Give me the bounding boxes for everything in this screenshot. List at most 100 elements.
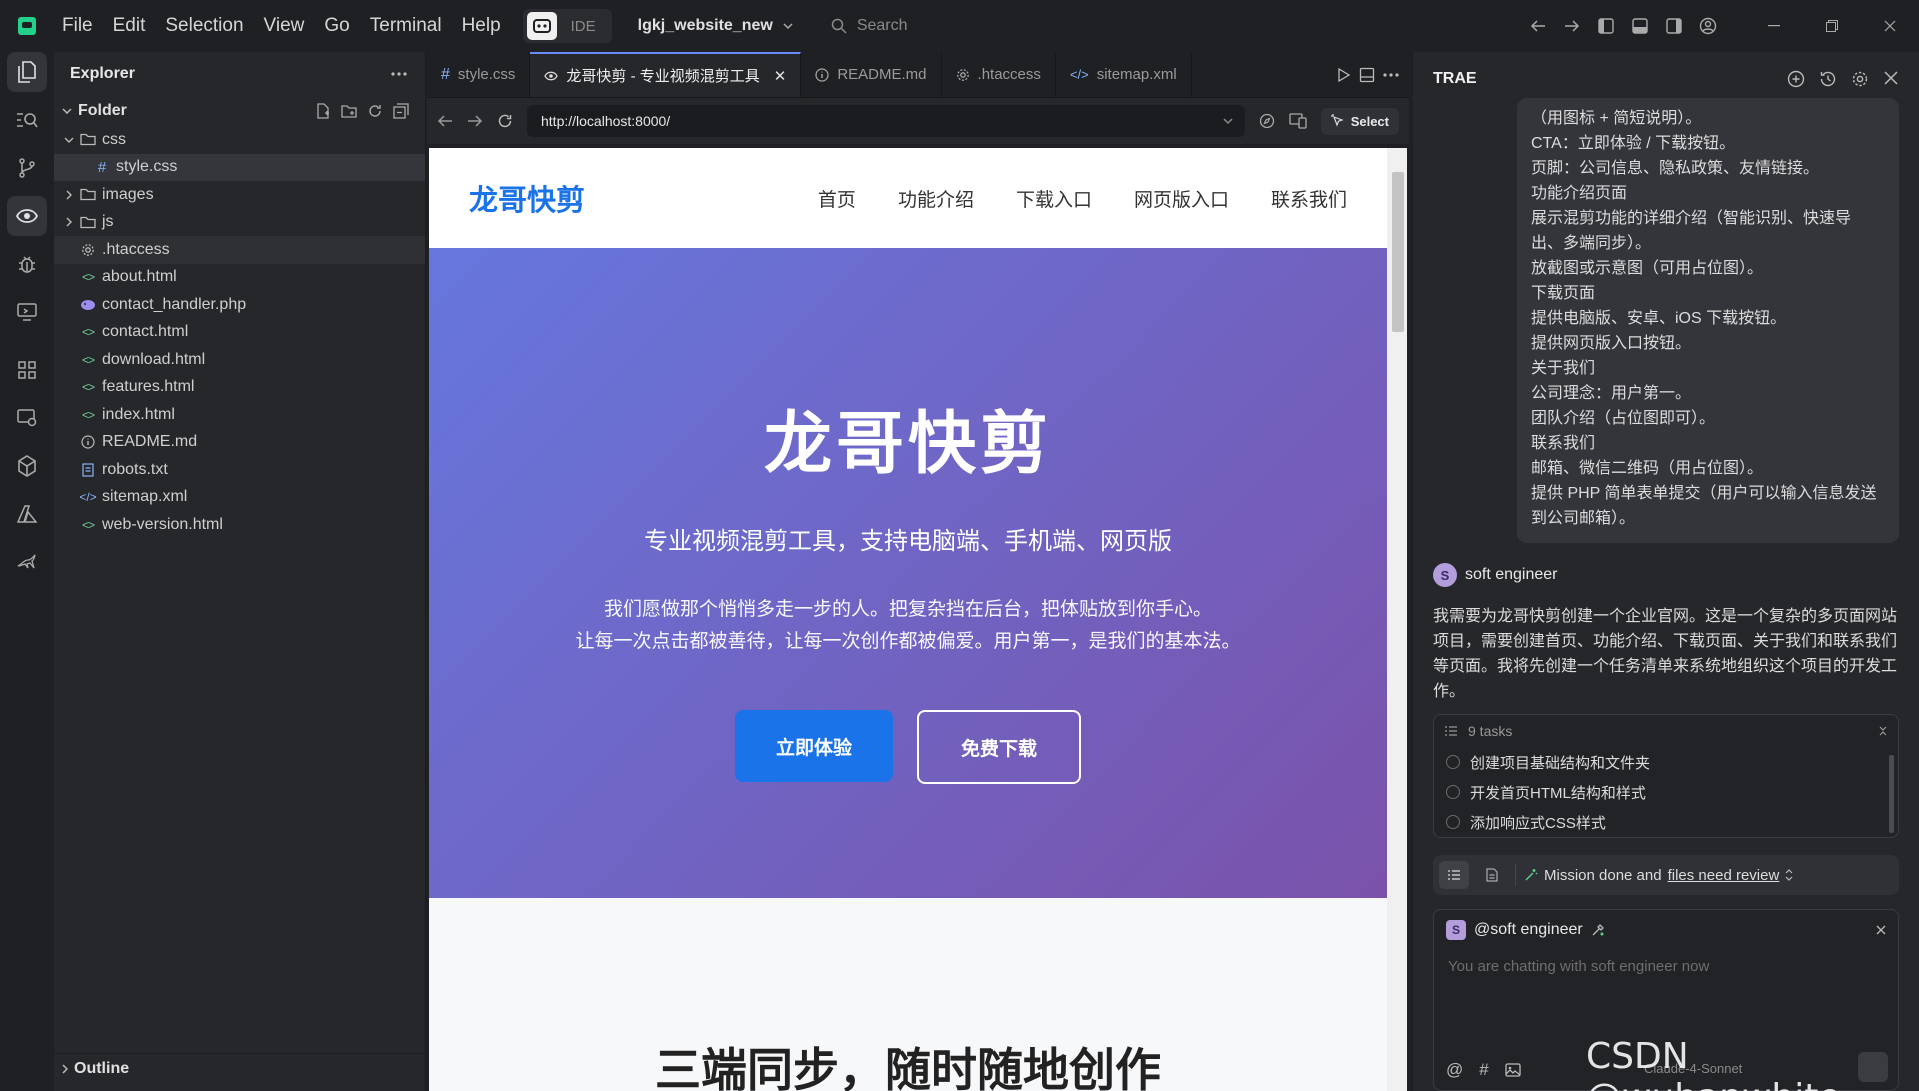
task-item[interactable]: 开发首页HTML结构和样式 [1434,777,1898,807]
ide-mode-label[interactable]: IDE [557,18,608,35]
toggle-panel-icon[interactable] [1623,9,1657,43]
forward-arrow-icon[interactable] [1555,9,1589,43]
collapse-icon[interactable] [1878,726,1888,736]
tree-file[interactable]: </> sitemap.xml [54,484,425,512]
preview-scrollbar[interactable] [1387,148,1407,1091]
preview-eye-icon[interactable] [7,196,47,236]
nav-link-contact[interactable]: 联系我们 [1271,185,1347,212]
scrollbar-thumb[interactable] [1392,172,1404,332]
tab-style-css[interactable]: # style.css [427,52,531,97]
tree-folder[interactable]: images [54,181,425,209]
menu-help[interactable]: Help [462,15,501,37]
more-actions-icon[interactable] [1383,72,1399,77]
new-folder-icon[interactable] [341,103,357,119]
remote-monitor-icon[interactable] [7,292,47,332]
more-actions-icon[interactable] [391,72,407,76]
site-logo[interactable]: 龙哥快剪 [469,177,585,219]
close-window-icon[interactable] [1861,0,1919,52]
tree-file[interactable]: <> index.html [54,401,425,429]
menu-terminal[interactable]: Terminal [370,15,442,37]
document-icon[interactable] [1477,861,1507,889]
review-files-link[interactable]: files need review [1668,867,1780,884]
select-element-button[interactable]: Select [1320,107,1399,135]
solo-mode-icon[interactable] [526,12,557,40]
url-input[interactable]: http://localhost:8000/ [527,105,1245,137]
new-file-icon[interactable] [315,103,331,119]
tree-folder[interactable]: css [54,126,425,154]
extensions-grid-icon[interactable] [7,350,47,390]
tree-file[interactable]: <> download.html [54,346,425,374]
chevron-down-icon[interactable] [1223,118,1233,124]
tree-file[interactable]: # style.css [54,153,425,181]
free-download-button[interactable]: 免费下载 [917,710,1081,784]
global-search[interactable]: Search [831,17,908,35]
toggle-sidebar-icon[interactable] [1589,9,1623,43]
mention-icon[interactable]: @ [1446,1060,1463,1080]
tab-preview[interactable]: 龙哥快剪 - 专业视频混剪工具 ✕ [530,52,802,97]
workspace-selector[interactable]: lgkj_website_new [638,17,793,35]
tree-file[interactable]: README.md [54,429,425,457]
mission-status[interactable]: Mission done and files need review [1524,867,1793,884]
try-now-button[interactable]: 立即体验 [735,710,893,782]
browser-back-icon[interactable] [437,114,453,128]
expand-icon[interactable] [1785,869,1793,881]
menu-go[interactable]: Go [324,15,349,37]
mode-toggle[interactable]: IDE [522,9,612,43]
image-upload-icon[interactable] [1505,1063,1521,1077]
reload-icon[interactable] [497,113,513,129]
nav-link-download[interactable]: 下载入口 [1016,185,1092,212]
folder-root[interactable]: Folder [54,96,425,126]
new-chat-icon[interactable] [1787,70,1805,88]
compass-icon[interactable] [1259,113,1275,129]
close-tab-icon[interactable]: ✕ [774,67,787,85]
settings-gear-icon[interactable] [1851,70,1869,88]
refresh-icon[interactable] [367,103,383,119]
close-panel-icon[interactable] [1883,70,1899,86]
azure-icon[interactable] [7,494,47,534]
task-item[interactable]: 创建项目基础结构和文件夹 [1434,747,1898,777]
search-files-icon[interactable] [7,100,47,140]
tasks-scrollbar[interactable] [1889,755,1894,833]
debug-bug-icon[interactable] [7,244,47,284]
task-item[interactable]: 添加响应式CSS样式 [1434,807,1898,837]
tree-file[interactable]: robots.txt [54,456,425,484]
tree-file[interactable]: <> features.html [54,374,425,402]
menu-view[interactable]: View [264,15,305,37]
tab-readme[interactable]: README.md [801,52,942,97]
tree-file[interactable]: .htaccess [54,236,425,264]
back-arrow-icon[interactable] [1521,9,1555,43]
outline-section[interactable]: Outline [54,1053,425,1083]
nav-link-features[interactable]: 功能介绍 [898,185,974,212]
tree-file[interactable]: <> web-version.html [54,511,425,539]
source-control-icon[interactable] [7,148,47,188]
nav-link-web-version[interactable]: 网页版入口 [1134,185,1229,212]
history-icon[interactable] [1819,70,1837,88]
remote-explorer-icon[interactable] [7,398,47,438]
tree-file[interactable]: <> contact.html [54,319,425,347]
browser-forward-icon[interactable] [467,114,483,128]
task-view-icon[interactable] [1439,861,1469,889]
chat-input[interactable]: You are chatting with soft engineer now [1434,950,1898,983]
run-icon[interactable] [1335,67,1351,83]
account-icon[interactable] [1691,9,1725,43]
explorer-files-icon[interactable] [7,52,47,92]
tree-file[interactable]: contact_handler.php [54,291,425,319]
menu-selection[interactable]: Selection [165,15,243,37]
tree-folder[interactable]: js [54,209,425,237]
close-icon[interactable] [1876,925,1886,935]
cube-icon[interactable] [7,446,47,486]
tab-sitemap[interactable]: </> sitemap.xml [1056,52,1192,97]
menu-edit[interactable]: Edit [113,15,146,37]
menu-file[interactable]: File [62,15,93,37]
split-editor-icon[interactable] [1359,67,1375,83]
device-toggle-icon[interactable] [1289,113,1307,129]
kangaroo-icon[interactable] [7,542,47,582]
toggle-right-panel-icon[interactable] [1657,9,1691,43]
restore-icon[interactable] [1803,0,1861,52]
nav-link-home[interactable]: 首页 [818,185,856,212]
collapse-all-icon[interactable] [393,103,409,119]
tab-htaccess[interactable]: .htaccess [942,52,1056,97]
hash-icon[interactable]: # [1479,1060,1488,1080]
minimize-icon[interactable] [1745,0,1803,52]
tree-file[interactable]: <> about.html [54,264,425,292]
